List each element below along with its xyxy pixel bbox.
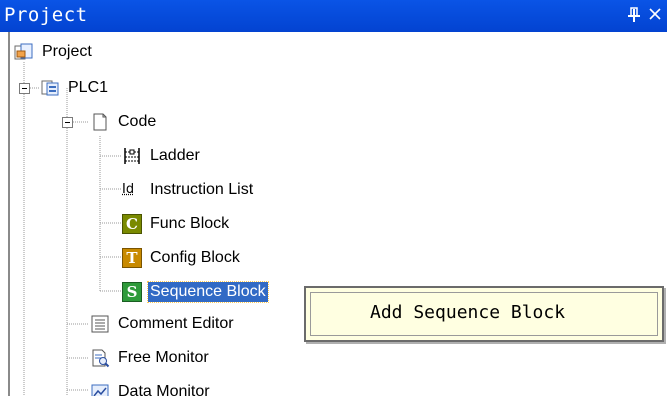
plc-icon	[41, 80, 59, 96]
tree-item-code[interactable]: Code	[90, 108, 158, 136]
tree-item-free-monitor[interactable]: Free Monitor	[90, 344, 211, 372]
comment-editor-icon	[91, 315, 109, 333]
tree-item-plc1[interactable]: PLC1	[40, 74, 110, 102]
pin-icon[interactable]	[625, 6, 643, 24]
config-block-icon: T	[122, 248, 142, 268]
tree-item-data-monitor[interactable]: Data Monitor	[90, 378, 212, 396]
tree-item-sequence-block[interactable]: S Sequence Block	[122, 278, 269, 306]
code-collapse-toggle[interactable]	[62, 117, 73, 128]
sequence-block-icon: S	[122, 282, 142, 302]
data-monitor-icon	[91, 384, 109, 396]
tree-item-config-block[interactable]: T Config Block	[122, 244, 242, 272]
instruction-list-icon: Id	[122, 182, 135, 197]
tree-item-instruction-list[interactable]: Id Instruction List	[122, 176, 255, 204]
project-icon	[14, 43, 33, 60]
selected-item-label: Sequence Block	[147, 281, 269, 303]
panel-titlebar[interactable]: Project	[0, 0, 667, 32]
tree-item-comment-editor[interactable]: Comment Editor	[90, 310, 236, 338]
free-monitor-icon	[92, 349, 110, 368]
tree-item-func-block[interactable]: C Func Block	[122, 210, 231, 238]
project-window: Project Project PLC1 Code Ladder Id Inst…	[0, 0, 667, 396]
tree-item-ladder[interactable]: Ladder	[122, 142, 202, 170]
add-sequence-block-item[interactable]: Add Sequence Block	[370, 302, 565, 323]
document-icon	[93, 113, 107, 131]
plc-collapse-toggle[interactable]	[19, 83, 30, 94]
ladder-icon	[124, 148, 140, 164]
close-icon[interactable]	[647, 6, 663, 22]
panel-title: Project	[4, 4, 88, 26]
add-sequence-block-menu[interactable]: Add Sequence Block	[304, 286, 664, 342]
tree-item-project[interactable]: Project	[14, 38, 94, 66]
func-block-icon: C	[122, 214, 142, 234]
